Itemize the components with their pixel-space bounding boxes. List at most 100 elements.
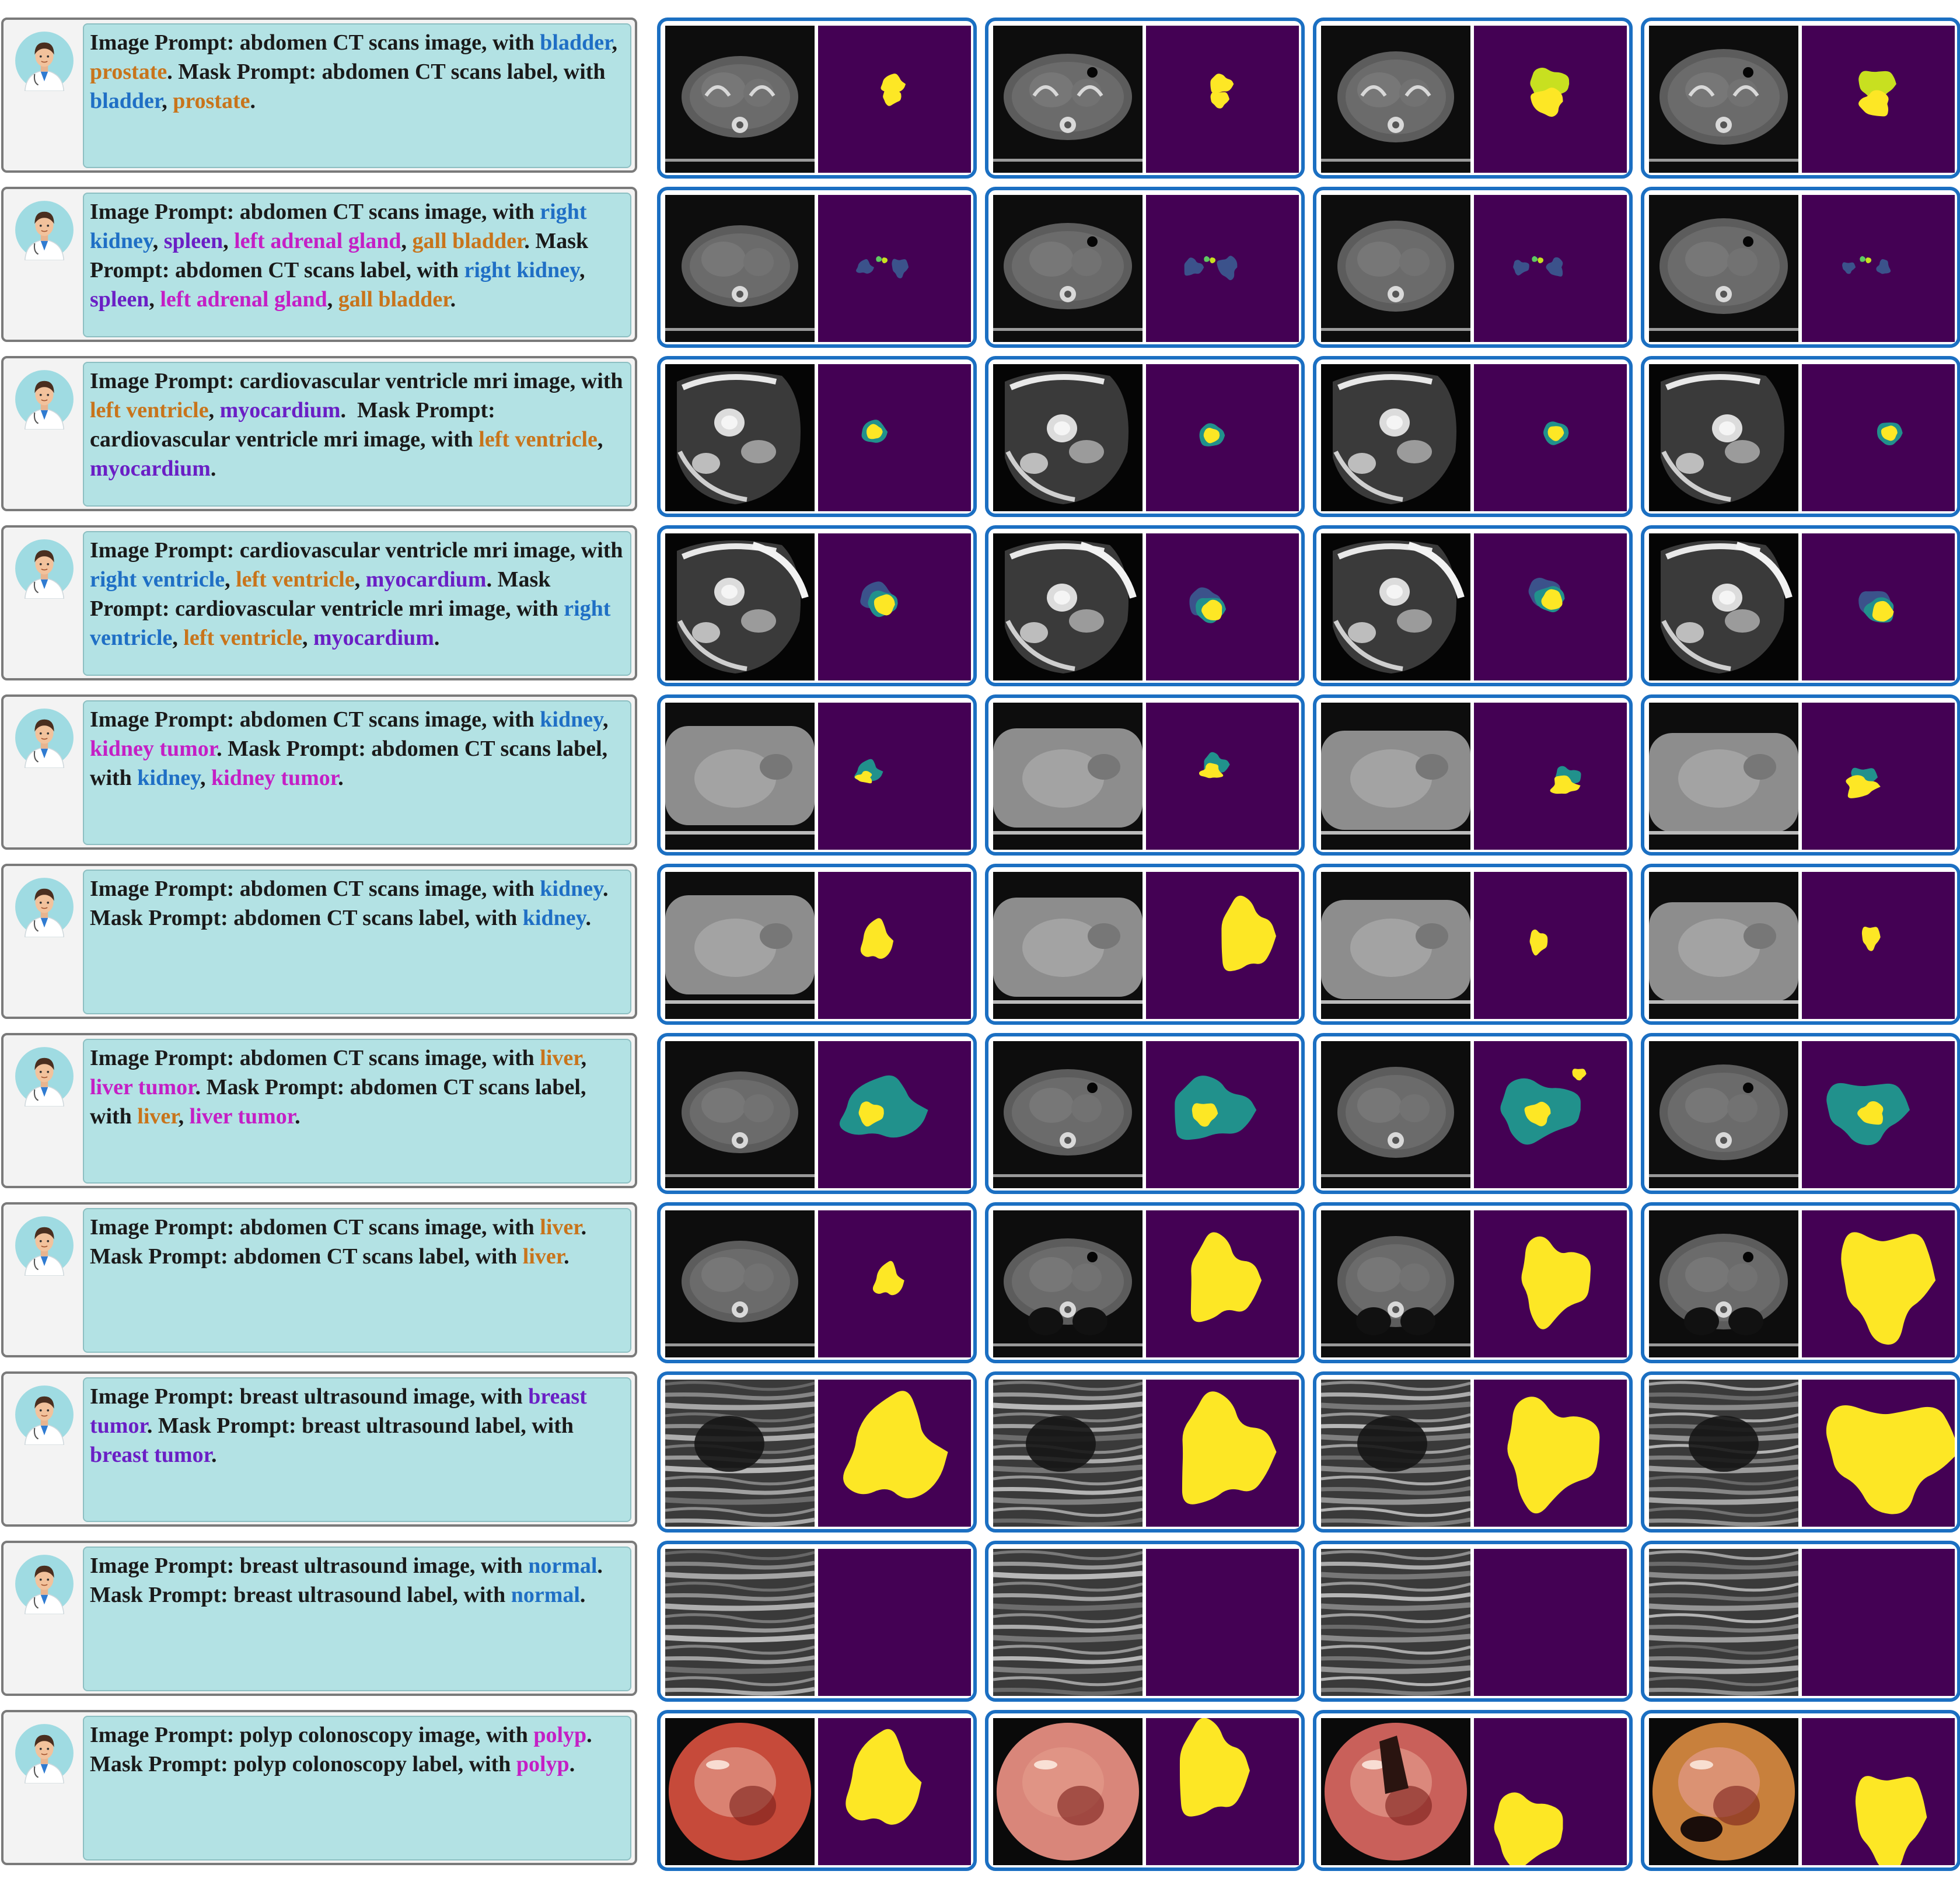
generated-image [665, 195, 815, 342]
prompt-segment: myocardium [219, 398, 341, 423]
generated-image [993, 1380, 1143, 1527]
generated-mask [1474, 1210, 1627, 1357]
example-row: Image Prompt: abdomen CT scans image, wi… [0, 694, 1960, 856]
prompt-segment: liver tumor [90, 1075, 195, 1099]
generated-mask [818, 26, 971, 173]
image-mask-pair [985, 1371, 1305, 1533]
prompt-segment: , [162, 89, 173, 113]
generated-image [1649, 1718, 1798, 1865]
prompt-segment: bladder [540, 30, 612, 55]
image-mask-pair [657, 1371, 977, 1533]
prompt-segment: left ventricle [90, 398, 209, 423]
example-row: Image Prompt: breast ultrasound image, w… [0, 1541, 1960, 1702]
doctor-avatar-icon [15, 539, 74, 599]
doctor-avatar-icon [15, 878, 74, 937]
generated-mask [1146, 364, 1299, 511]
generated-mask [818, 1718, 971, 1865]
generated-image [665, 1041, 815, 1188]
generated-image [993, 1041, 1143, 1188]
prompt-segment: gall bladder [412, 229, 525, 253]
generated-image [665, 703, 815, 850]
generated-mask [1802, 872, 1955, 1019]
generated-mask [1146, 533, 1299, 680]
generated-image [993, 1718, 1143, 1865]
prompt-segment: normal [511, 1583, 580, 1607]
prompt-segment: polyp [533, 1723, 587, 1747]
generated-mask [818, 1380, 971, 1527]
doctor-avatar-icon [15, 1216, 74, 1276]
generated-image [665, 1380, 815, 1527]
prompt-card: Image Prompt: abdomen CT scans image, wi… [1, 1202, 637, 1357]
prompt-card: Image Prompt: breast ultrasound image, w… [1, 1371, 637, 1527]
example-row: Image Prompt: abdomen CT scans image, wi… [0, 1202, 1960, 1363]
prompt-segment: , [225, 567, 236, 592]
image-mask-pair [657, 1033, 977, 1194]
image-mask-pair [1641, 1541, 1960, 1702]
prompt-segment: , [579, 258, 591, 282]
prompt-segment: prostate [90, 60, 167, 84]
prompt-segment: left adrenal gland [160, 287, 327, 312]
generated-image [1649, 1210, 1798, 1357]
prompt-segment: . [295, 1104, 301, 1129]
generated-image [1321, 703, 1470, 850]
prompt-segment: liver tumor [189, 1104, 295, 1129]
prompt-segment: . Mask Prompt: breast ultrasound label, … [146, 1413, 579, 1438]
image-mask-pair [1641, 694, 1960, 856]
generated-mask [1802, 1210, 1955, 1357]
prompt-text: Image Prompt: abdomen CT scans image, wi… [83, 23, 631, 168]
prompt-segment: . [210, 456, 216, 481]
generated-image [665, 872, 815, 1019]
generated-image [993, 1210, 1143, 1357]
image-mask-pair [1641, 356, 1960, 517]
generated-image [1649, 26, 1798, 173]
prompt-segment: Image Prompt: abdomen CT scans image, wi… [90, 30, 540, 55]
generated-image [665, 533, 815, 680]
generated-mask [1802, 703, 1955, 850]
prompt-segment: kidney tumor [90, 736, 217, 761]
example-row: Image Prompt: abdomen CT scans image, wi… [0, 1033, 1960, 1194]
prompt-segment: liver [137, 1104, 179, 1129]
generated-image [1649, 1380, 1798, 1527]
generated-mask [1474, 1041, 1627, 1188]
image-mask-pair [657, 1541, 977, 1702]
prompt-segment: , [223, 229, 235, 253]
generated-image [993, 703, 1143, 850]
prompt-segment: , [208, 398, 220, 423]
prompt-segment: Image Prompt: polyp colonoscopy image, w… [90, 1723, 534, 1747]
image-mask-pair [985, 187, 1305, 348]
prompt-segment: , [302, 626, 313, 650]
prompt-segment: left ventricle [236, 567, 355, 592]
image-mask-pair [985, 1202, 1305, 1363]
generated-mask [1802, 533, 1955, 680]
generated-image [1649, 1549, 1798, 1696]
prompt-text: Image Prompt: polyp colonoscopy image, w… [83, 1716, 631, 1860]
generated-mask [818, 703, 971, 850]
prompt-segment: , [178, 1104, 190, 1129]
prompt-segment: . [434, 626, 440, 650]
prompt-segment: spleen [163, 229, 223, 253]
image-mask-pair [985, 1710, 1305, 1871]
prompt-segment: left ventricle [183, 626, 302, 650]
image-mask-pair [985, 525, 1305, 686]
prompt-text: Image Prompt: abdomen CT scans image, wi… [83, 1208, 631, 1353]
prompt-segment: liver [540, 1215, 581, 1240]
generated-mask [1146, 1210, 1299, 1357]
image-mask-pair [1313, 525, 1633, 686]
prompt-segment: gall bladder [338, 287, 450, 312]
prompt-segment: Image Prompt: abdomen CT scans image, wi… [90, 707, 540, 732]
prompt-segment: liver [540, 1046, 581, 1070]
prompt-segment: . [450, 287, 456, 312]
prompt-segment: Image Prompt: abdomen CT scans image, wi… [90, 877, 540, 901]
doctor-avatar-icon [15, 1385, 74, 1445]
image-mask-pair [657, 1202, 977, 1363]
prompt-segment: , [327, 287, 338, 312]
generated-image [993, 26, 1143, 173]
generated-image [993, 195, 1143, 342]
prompt-segment: kidney [540, 877, 603, 901]
generated-image [665, 26, 815, 173]
prompt-segment: liver [522, 1244, 564, 1269]
prompt-card: Image Prompt: abdomen CT scans image, wi… [1, 1033, 637, 1188]
generated-mask [818, 364, 971, 511]
prompt-segment: kidney tumor [211, 766, 338, 790]
generated-mask [818, 195, 971, 342]
